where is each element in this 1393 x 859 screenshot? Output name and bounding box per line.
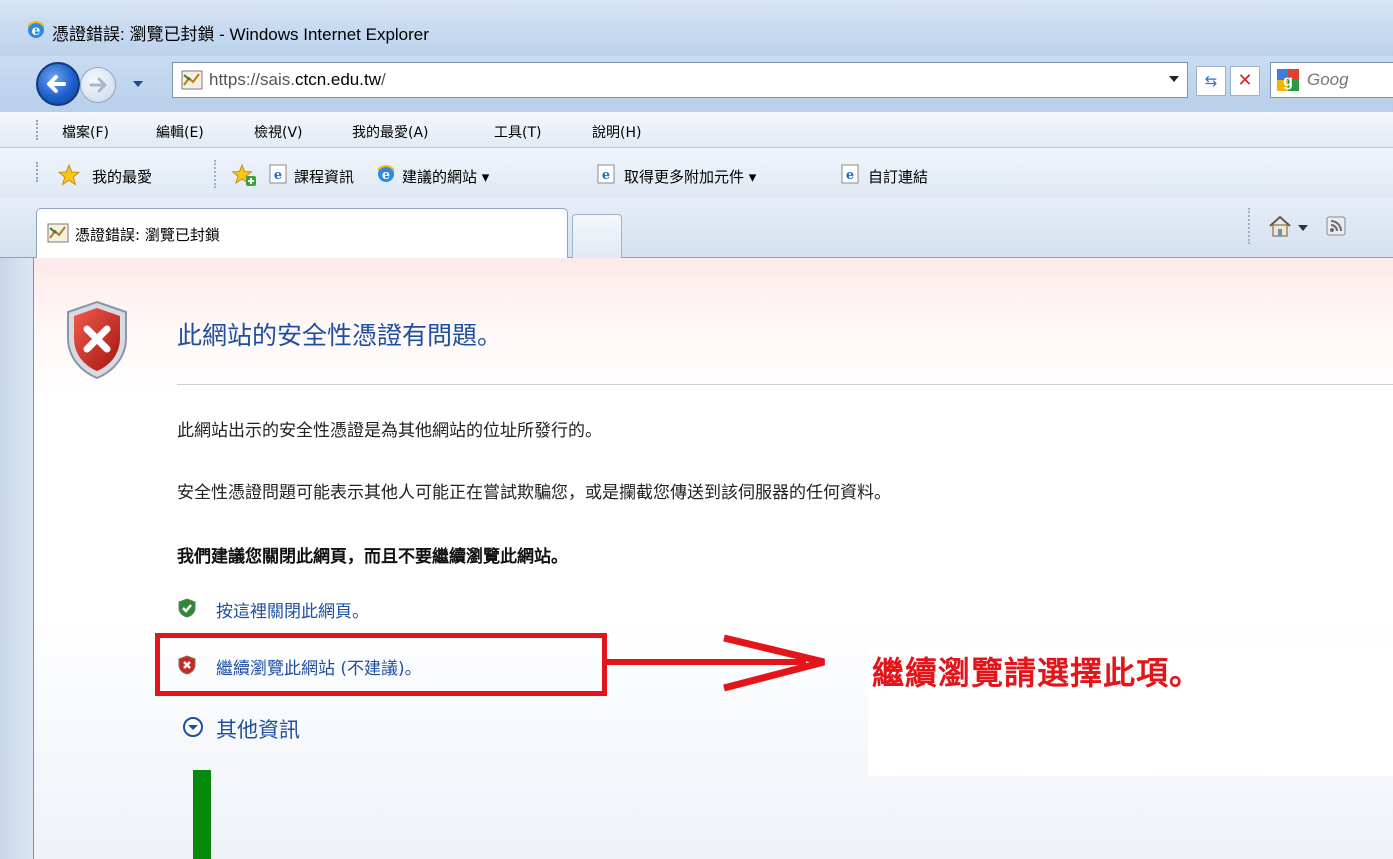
navigation-bar: https://sais.ctcn.edu.tw/ ⇆ ✕ g Goog xyxy=(0,56,1393,112)
arrow-right-icon xyxy=(89,77,108,93)
tab-certificate-error[interactable]: 憑證錯誤: 瀏覽已封鎖 xyxy=(36,208,568,258)
window-frame-left xyxy=(0,258,34,859)
history-dropdown-icon[interactable] xyxy=(130,76,146,92)
svg-text:e: e xyxy=(382,168,390,183)
favorites-button[interactable]: 我的最愛 xyxy=(92,166,152,187)
certificate-error-favicon-icon xyxy=(181,70,203,90)
more-information-link[interactable]: 其他資訊 xyxy=(216,714,300,744)
menu-tools[interactable]: 工具(T) xyxy=(494,122,541,142)
green-marker xyxy=(193,770,211,859)
window-title: 憑證錯誤: 瀏覽已封鎖 - Windows Internet Explorer xyxy=(52,25,429,44)
menu-favorites[interactable]: 我的最愛(A) xyxy=(352,122,429,142)
favorites-star-icon[interactable] xyxy=(58,164,80,186)
fav-link-suggested-sites[interactable]: 建議的網站 ▾ xyxy=(402,166,489,187)
divider xyxy=(177,384,1393,385)
shield-error-icon xyxy=(67,300,127,380)
menu-view[interactable]: 檢視(V) xyxy=(254,122,303,142)
arrow-left-icon xyxy=(47,75,66,93)
menu-bar: 檔案(F) 編輯(E) 檢視(V) 我的最愛(A) 工具(T) 說明(H) xyxy=(0,112,1393,148)
fav-link-custom-links[interactable]: 自訂連結 xyxy=(868,166,928,187)
ie-page-icon: e xyxy=(269,164,287,184)
url-text: https://sais.ctcn.edu.tw/ xyxy=(209,70,386,89)
feeds-icon[interactable] xyxy=(1326,216,1346,236)
new-tab-button[interactable] xyxy=(572,214,622,258)
window-titlebar: e 憑證錯誤: 瀏覽已封鎖 - Windows Internet Explore… xyxy=(0,0,1393,56)
svg-text:e: e xyxy=(32,23,41,39)
error-description: 此網站出示的安全性憑證是為其他網站的位址所發行的。 xyxy=(177,421,602,441)
favbar-separator xyxy=(214,160,216,188)
refresh-icon: ⇆ xyxy=(1204,72,1218,90)
ie-page-icon: e xyxy=(841,164,859,184)
google-search-icon: g xyxy=(1277,69,1299,91)
fav-link-get-addons[interactable]: 取得更多附加元件 ▾ xyxy=(624,166,756,187)
add-favorite-icon[interactable] xyxy=(232,164,256,186)
svg-text:e: e xyxy=(274,168,282,183)
error-explanation: 安全性憑證問題可能表示其他人可能正在嘗試欺騙您，或是攔截您傳送到該伺服器的任何資… xyxy=(177,483,891,503)
home-dropdown-icon[interactable] xyxy=(1298,224,1308,232)
close-page-link[interactable]: 按這裡關閉此網頁。 xyxy=(216,597,369,622)
certificate-error-favicon-icon xyxy=(47,223,69,243)
address-bar[interactable]: https://sais.ctcn.edu.tw/ xyxy=(172,62,1188,98)
recommendation-text: 我們建議您關閉此網頁，而且不要繼續瀏覽此網站。 xyxy=(177,547,568,567)
forward-button[interactable] xyxy=(80,67,116,103)
tab-label: 憑證錯誤: 瀏覽已封鎖 xyxy=(75,226,220,244)
tabbar-separator xyxy=(1248,208,1250,244)
home-icon[interactable] xyxy=(1268,214,1292,238)
search-box[interactable]: g Goog xyxy=(1270,62,1393,98)
chevron-down-circle-icon[interactable] xyxy=(182,716,204,738)
annotation-arrow-icon xyxy=(606,634,825,692)
menu-edit[interactable]: 編輯(E) xyxy=(156,122,204,142)
refresh-button[interactable]: ⇆ xyxy=(1196,66,1226,96)
favbar-grip xyxy=(36,162,40,182)
shield-check-icon xyxy=(178,598,196,618)
search-input[interactable]: Goog xyxy=(1307,70,1349,90)
menu-help[interactable]: 說明(H) xyxy=(592,122,641,142)
error-title: 此網站的安全性憑證有問題。 xyxy=(177,321,503,350)
favorites-bar: 我的最愛 e 課程資訊 e 建議的網站 ▾ e 取得更多附加元件 ▾ e 自訂連… xyxy=(0,148,1393,198)
back-button[interactable] xyxy=(36,62,80,106)
address-dropdown-icon[interactable] xyxy=(1168,74,1180,84)
tab-bar: 憑證錯誤: 瀏覽已封鎖 xyxy=(0,198,1393,258)
highlight-box xyxy=(155,633,607,696)
annotation-note: 繼續瀏覽請選擇此項。 xyxy=(872,654,1203,692)
ie-page-icon: e xyxy=(597,164,615,184)
svg-text:g: g xyxy=(1283,73,1293,90)
svg-text:e: e xyxy=(846,168,854,183)
suggested-sites-icon: e xyxy=(377,165,395,183)
stop-button[interactable]: ✕ xyxy=(1230,66,1260,96)
fav-link-course-info[interactable]: 課程資訊 xyxy=(294,166,354,187)
ie-logo-icon: e xyxy=(27,21,45,39)
toolbar-grip xyxy=(36,120,40,140)
svg-text:e: e xyxy=(602,168,610,183)
menu-file[interactable]: 檔案(F) xyxy=(62,122,109,142)
close-icon: ✕ xyxy=(1237,70,1253,91)
